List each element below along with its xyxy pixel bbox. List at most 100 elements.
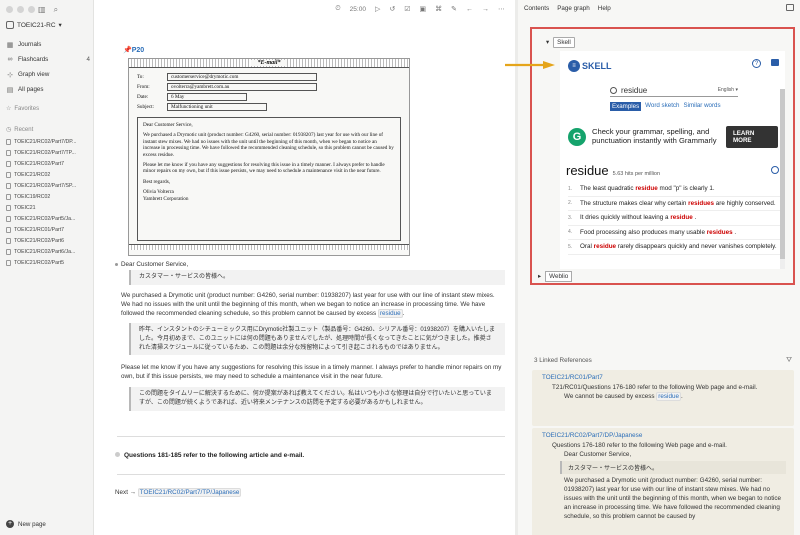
recent-section[interactable]: ◷ Recent (6, 126, 33, 134)
block-greeting[interactable]: Dear Customer Service, (115, 260, 505, 269)
skell-block[interactable]: ▾ Skell (546, 37, 575, 48)
help-icon[interactable]: ? (752, 59, 761, 68)
panel-toggle-icon[interactable] (786, 4, 794, 11)
recent-item[interactable]: TOEIC21/RC02 (6, 169, 92, 180)
tab-help[interactable]: Help (598, 5, 611, 12)
skell-word: residue (566, 163, 609, 178)
skell-tab-similar-words[interactable]: Similar words (683, 102, 720, 111)
favorites-section[interactable]: ☆ Favorites (6, 105, 39, 113)
skell-logo[interactable]: ≡ SKELL (568, 60, 612, 72)
scrollbar[interactable] (780, 89, 785, 269)
email-to: customerservice@drymotic.com (167, 73, 317, 81)
skell-logo-icon: ≡ (568, 60, 580, 72)
left-sidebar: ▥ ⌕ TOEIC21-RC ▾ ▦ Journals ∞ Flashcards 4 ⊹ G… (0, 0, 94, 535)
sidebar-item-journals[interactable]: ▦ Journals (6, 37, 90, 52)
recent-item[interactable]: TOEIC21/RC02/Part5 (6, 257, 92, 268)
sidebar-item-all-pages[interactable]: ▤ All pages (6, 82, 90, 97)
star-icon: ☆ (6, 106, 12, 112)
example-sentence[interactable]: 5. Oral residue rarely disappears quickly… (568, 240, 782, 255)
highlighted-word[interactable]: residues (707, 229, 733, 236)
page-icon (6, 237, 11, 244)
recent-item[interactable]: TOEIC21/RC02/Part6/Ja... (6, 246, 92, 257)
email-title: *E-mail* (251, 60, 287, 66)
pages-icon: ▤ (6, 86, 14, 94)
recent-item[interactable]: TOEIC21/RC02/Part5/Ja... (6, 213, 92, 224)
email-from: ovolterra@yambrett.com.au (167, 83, 317, 91)
block-next[interactable]: Next → TOEIC21/RC02/Part7/TP/Japanese (115, 488, 242, 497)
pin-icon: 📌 (123, 47, 132, 54)
recent-item[interactable]: TOEIC21/RC02/Part7/TP... (6, 147, 92, 158)
graph-icon: ⊹ (7, 71, 13, 79)
page-ref-residue[interactable]: residue (377, 309, 403, 318)
skell-tab-word-sketch[interactable]: Word sketch (645, 102, 679, 111)
timer-icon[interactable]: ⏲ (335, 5, 340, 13)
recent-item[interactable]: TOEIC21/RC02/Part7/SP... (6, 180, 92, 191)
chat-icon[interactable] (771, 59, 779, 66)
highlight-box: ▾ Skell ≡ SKELL ? residue English ▾ Examp… (530, 27, 795, 285)
skell-query[interactable]: residue (621, 86, 647, 95)
back-icon[interactable]: ← (466, 6, 473, 13)
recent-item[interactable]: TOEIC21/RC01/Part7 (6, 224, 92, 235)
example-sentence[interactable]: 3. It dries quickly without leaving a res… (568, 211, 782, 226)
skell-examples: 1. The least quadratic residue mod "p" is… (568, 182, 782, 255)
email-subject: Malfunctioning unit (167, 103, 267, 111)
play-icon[interactable]: ▷ (375, 5, 380, 13)
highlighted-word[interactable]: residue (670, 214, 692, 221)
page-ref-residue[interactable]: residue (656, 392, 681, 401)
block-q181[interactable]: Questions 181-185 refer to the following… (115, 452, 304, 459)
sidebar-item-flashcards[interactable]: ∞ Flashcards 4 (6, 52, 91, 67)
menu-icon[interactable]: ⋯ (498, 5, 505, 13)
recent-item[interactable]: TOEIC19/RC02 (6, 191, 92, 202)
quote-greeting-jp[interactable]: カスタマー・サービスの皆様へ。 (129, 270, 505, 285)
example-sentence[interactable]: 1. The least quadratic residue mod "p" is… (568, 182, 782, 197)
graph-selector[interactable]: TOEIC21-RC ▾ (6, 21, 62, 29)
new-page-button[interactable]: + New page (6, 520, 46, 528)
chevron-down-icon[interactable]: ▾ (546, 39, 549, 46)
sidebar-item-graph-view[interactable]: ⊹ Graph view (6, 67, 90, 82)
linked-ref-card: TOEIC21/RC01/Part7 T21/RC01/Questions 17… (532, 370, 794, 426)
language-select[interactable]: English ▾ (718, 87, 738, 93)
undo-icon[interactable]: ↺ (389, 5, 395, 13)
sidebar-toggle-icon[interactable]: ▥ (38, 5, 46, 15)
timer-display[interactable]: 25:00 (350, 6, 366, 13)
tab-page-graph[interactable]: Page graph (557, 5, 590, 12)
chevron-right-icon[interactable]: ▸ (538, 273, 541, 280)
linked-ref-title[interactable]: TOEIC21/RC02/Part7/DP/Japanese (532, 428, 794, 441)
filter-icon[interactable]: ⛛ (786, 357, 792, 365)
checkbox-icon[interactable]: ☑ (404, 5, 410, 13)
skell-tab-examples[interactable]: Examples (610, 102, 642, 111)
highlighted-word[interactable]: residue (635, 185, 657, 192)
recent-item[interactable]: TOEIC21 (6, 202, 92, 213)
page-tag-p20[interactable]: 📌P20 (123, 46, 144, 54)
recent-item[interactable]: TOEIC21/RC02/Part7 (6, 158, 92, 169)
grammarly-ad[interactable]: G Check your grammar, spelling, and punc… (568, 119, 778, 155)
edit-icon[interactable]: ✎ (451, 5, 457, 13)
skell-iframe[interactable]: ≡ SKELL ? residue English ▾ Examples Word… (560, 51, 785, 269)
highlighted-word[interactable]: residues (688, 200, 714, 207)
page-ref-next[interactable]: TOEIC21/RC02/Part7/TP/Japanese (137, 488, 242, 497)
forward-icon[interactable]: → (482, 6, 489, 13)
recent-item[interactable]: TOEIC21/RC02/Part7/DP... (6, 136, 92, 147)
email-date: 6 May (167, 93, 247, 101)
example-sentence[interactable]: 2. The structure makes clear why certain … (568, 197, 782, 211)
info-icon[interactable] (771, 166, 779, 174)
search-icon[interactable]: ⌕ (54, 5, 58, 15)
weblio-block[interactable]: ▸ Weblio (538, 271, 573, 282)
linked-ref-card: TOEIC21/RC02/Part7/DP/Japanese Questions… (532, 428, 794, 535)
skell-search[interactable]: residue English ▾ (610, 84, 738, 97)
translate-icon[interactable]: ⌘ (435, 5, 442, 13)
example-sentence[interactable]: 4. Food processing also produces many usa… (568, 226, 782, 240)
image-icon[interactable]: ▣ (420, 5, 427, 13)
tab-contents[interactable]: Contents (524, 5, 549, 12)
recent-item[interactable]: TOEIC21/RC02/Part6 (6, 235, 92, 246)
linked-ref-title[interactable]: TOEIC21/RC01/Part7 (532, 370, 794, 383)
quote-paragraph-2-jp[interactable]: この問題をタイムリーに解決するために、何か提案があれば教えてください。私はいつも… (129, 387, 505, 411)
linked-references-header[interactable]: 3 Linked References (534, 357, 592, 364)
window-controls[interactable] (6, 6, 35, 13)
highlighted-word[interactable]: residue (594, 243, 616, 250)
learn-more-button[interactable]: LEARN MORE (725, 126, 778, 148)
block-paragraph-2[interactable]: Please let me know if you have any sugge… (121, 363, 505, 381)
page-icon (6, 204, 11, 211)
block-paragraph-1[interactable]: We purchased a Drymotic unit (product nu… (121, 291, 505, 318)
quote-paragraph-1-jp[interactable]: 昨年、インスタントのシチューミックス用にDrymotic社製ユニット（製品番号：… (129, 323, 505, 356)
